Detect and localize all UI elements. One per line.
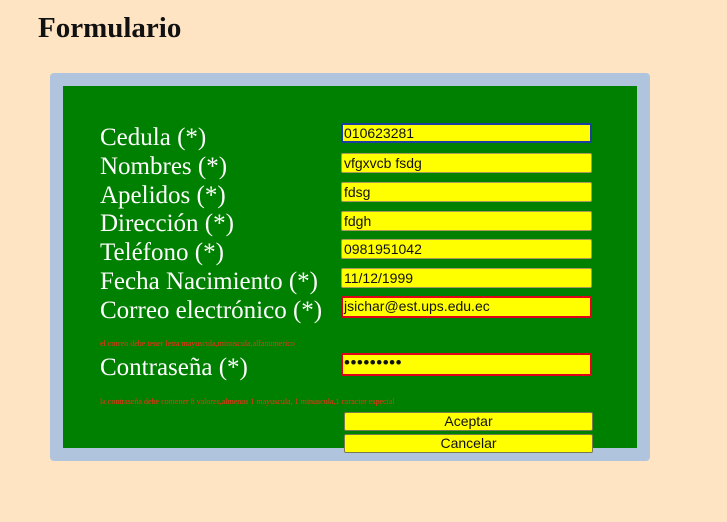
telefono-input[interactable]: 0981951042	[341, 239, 592, 259]
correo-input[interactable]: jsichar@est.ups.edu.ec	[341, 296, 592, 318]
email-error-message: el correo debe tener letra mayuscula,min…	[100, 339, 295, 348]
nombres-label: Nombres (*)	[100, 153, 228, 180]
nombres-input[interactable]: vfgxvcb fsdg	[341, 153, 592, 173]
direccion-input[interactable]: fdgh	[341, 211, 592, 231]
apellidos-label: Apelidos (*)	[100, 182, 226, 209]
password-error-message: la contraseña debe contener 8 valores,al…	[100, 397, 395, 406]
cedula-input[interactable]: 010623281	[341, 123, 592, 143]
correo-label: Correo electrónico (*)	[100, 297, 323, 324]
aceptar-button[interactable]: Aceptar	[344, 412, 593, 431]
direccion-label: Dirección (*)	[100, 210, 234, 237]
page-title: Formulario	[38, 12, 182, 44]
fecha-nacimiento-input[interactable]: 11/12/1999	[341, 268, 592, 288]
cedula-label: Cedula (*)	[100, 124, 207, 151]
contrasena-label: Contraseña (*)	[100, 354, 248, 381]
contrasena-input[interactable]: •••••••••	[341, 353, 592, 376]
fecha-nacimiento-label: Fecha Nacimiento (*)	[100, 268, 318, 295]
apellidos-input[interactable]: fdsg	[341, 182, 592, 202]
telefono-label: Teléfono (*)	[100, 239, 224, 266]
cancelar-button[interactable]: Cancelar	[344, 434, 593, 453]
